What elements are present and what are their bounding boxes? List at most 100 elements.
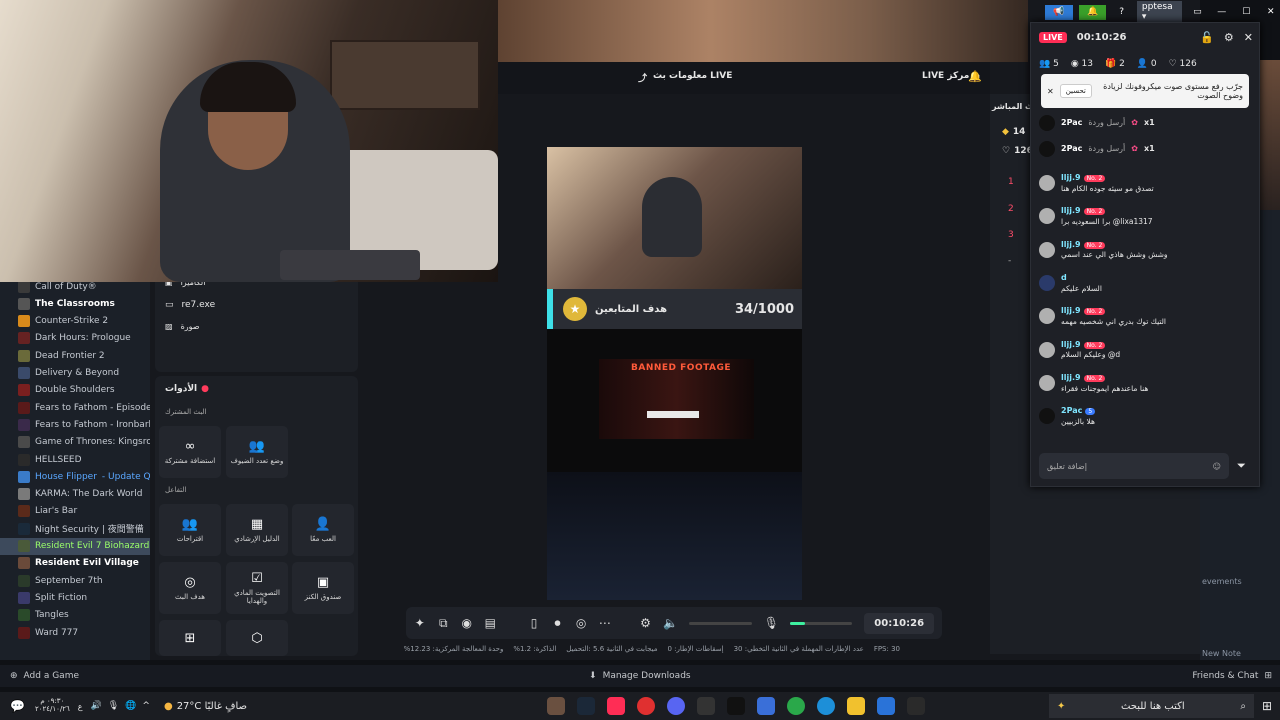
maximize-icon[interactable]: ☐ <box>1237 5 1255 20</box>
chat-message[interactable]: 2Pac 5 هلا بالزبيين <box>1039 406 1253 436</box>
tool-multi-guest[interactable]: 👥 وضع تعدد الضيوف <box>226 426 288 478</box>
bell-icon[interactable]: 🔔 <box>968 70 982 83</box>
mic-tray-icon[interactable]: 🎙 <box>108 701 119 711</box>
help-icon[interactable]: ? <box>1112 5 1130 20</box>
file-explorer-icon[interactable] <box>847 697 866 715</box>
store-icon[interactable] <box>877 697 896 715</box>
game-list-item[interactable]: House Flipper - Update Queu <box>0 468 150 485</box>
friends-icon[interactable]: ⊞ <box>1264 671 1272 681</box>
network-tray-icon[interactable]: 🌐 <box>125 701 136 711</box>
clock[interactable]: ٠٩:٣٠ م ٢٠٢٤/١٠/٢٦ <box>35 698 70 713</box>
comment-input[interactable]: إضافة تعليق ☺ <box>1039 453 1229 479</box>
chrome-icon[interactable] <box>787 697 806 715</box>
game-list-item[interactable]: Dead Frontier 2 <box>0 347 150 364</box>
tool-play-together[interactable]: 👤 العب معًا <box>292 504 354 556</box>
anchor-icon[interactable] <box>697 697 716 715</box>
follower-goal-bar[interactable]: ★ هدف المتابعين 34/1000 <box>547 289 802 329</box>
camera-switch-icon[interactable]: ◎ <box>575 616 587 630</box>
tool-extra-1[interactable]: ⊞ <box>159 620 221 656</box>
game-list-item[interactable]: Ward 777 <box>0 624 150 641</box>
tool-vote-gifts[interactable]: ☑ التصويت المادي والهدايا <box>226 562 288 614</box>
username[interactable]: d <box>1061 273 1067 282</box>
more-icon[interactable]: ⋯ <box>599 616 611 630</box>
task-view-icon[interactable] <box>907 697 926 715</box>
game-list-item[interactable]: Fears to Fathom - Ironbark L <box>0 416 150 433</box>
game-list-item[interactable]: Double Shoulders <box>0 382 150 399</box>
volume-tray-icon[interactable]: 🔊 <box>91 701 102 711</box>
game-list-item[interactable]: Dark Hours: Prologue <box>0 330 150 347</box>
volume-slider[interactable] <box>689 621 752 625</box>
source-item[interactable]: ▨ صورة <box>165 322 200 331</box>
record-icon[interactable]: ⏺ <box>552 616 564 631</box>
add-game-button[interactable]: Add a Game <box>24 671 79 681</box>
mic-slider[interactable] <box>789 621 853 625</box>
username[interactable]: lljj.9 <box>1061 173 1081 182</box>
game-list-item[interactable]: HELLSEED <box>0 451 150 468</box>
game-list-item[interactable]: Tangles <box>0 607 150 624</box>
notification-bell-icon[interactable]: 🔔 <box>1078 4 1107 20</box>
lock-icon[interactable]: 🔓 <box>1200 31 1214 44</box>
volume-icon[interactable]: 🔈 <box>663 616 678 630</box>
game-list-item[interactable]: Delivery & Beyond <box>0 365 150 382</box>
tiktok-icon[interactable] <box>727 697 746 715</box>
media-icon[interactable] <box>757 697 776 715</box>
chat-message[interactable]: lljj.9 No. 2 وشش وشش هاذي الي عند اسمي <box>1039 240 1253 270</box>
chat-message[interactable]: lljj.9 No. 2 وعليكم السلام @d <box>1039 340 1253 370</box>
user-menu[interactable]: pptesa ▾ <box>1136 1 1183 23</box>
manage-downloads-button[interactable]: Manage Downloads <box>603 671 691 681</box>
game-list-item[interactable]: Split Fiction <box>0 589 150 606</box>
screen-capture-icon[interactable]: ⧉ <box>438 616 450 631</box>
ai-icon[interactable]: ◉ <box>461 616 473 630</box>
language-indicator[interactable]: ع <box>78 702 83 711</box>
close-icon[interactable]: ✕ <box>1262 5 1280 20</box>
tool-treasure-box[interactable]: ▣ صندوق الكنز <box>292 562 354 614</box>
game-list-item[interactable]: Liar's Bar <box>0 503 150 520</box>
steam-icon[interactable] <box>577 697 596 715</box>
monitor-icon[interactable]: ▭ <box>1188 5 1206 20</box>
close-notice-icon[interactable]: ✕ <box>1047 87 1054 96</box>
tool-guide[interactable]: ▦ الدليل الإرشادي <box>226 504 288 556</box>
game-list-item[interactable]: The Classrooms <box>0 295 150 312</box>
chat-message[interactable]: d السلام عليكم <box>1039 273 1253 303</box>
announcement-icon[interactable]: 📢 <box>1045 4 1073 20</box>
chat-message[interactable]: lljj.9 No. 2 برا السعوديه برا @lixa1317 <box>1039 206 1253 236</box>
microphone-icon[interactable]: 🎙 <box>764 616 779 630</box>
search-box[interactable]: ✦ اكتب هنا للبحث ⌕ <box>1048 694 1254 718</box>
tool-live-goal[interactable]: ◎ هدف البث <box>159 562 221 614</box>
app-icon[interactable] <box>547 697 566 715</box>
username[interactable]: lljj.9 <box>1061 206 1081 215</box>
chat-message[interactable]: lljj.9 No. 2 التيك توك بدري اني شخصيه مهمه <box>1039 306 1253 336</box>
portrait-icon[interactable]: ▯ <box>528 616 540 630</box>
layout-icon[interactable]: ▤ <box>485 616 497 630</box>
close-icon[interactable]: ✕ <box>1244 31 1253 44</box>
notifications-icon[interactable]: 💬 <box>10 699 25 713</box>
game-list-item[interactable]: Night Security | 夜間警備 <box>0 520 150 537</box>
new-note-label[interactable]: New Note <box>1202 649 1241 658</box>
settings-sliders-icon[interactable]: ⚙ <box>640 616 652 630</box>
game-list-item[interactable]: Counter-Strike 2 <box>0 313 150 330</box>
username[interactable]: lljj.9 <box>1061 306 1081 315</box>
discord-icon[interactable] <box>667 697 686 715</box>
live-info-tab[interactable]: ⤴ معلومات بث LIVE <box>638 71 732 84</box>
tool-suggestions[interactable]: 👥 اقتراحات <box>159 504 221 556</box>
chat-message[interactable]: lljj.9 No. 2 تصدق مو سيئه جوده الكام هنا <box>1039 173 1253 203</box>
gear-icon[interactable]: ⚙ <box>1224 31 1234 44</box>
source-item[interactable]: ▭ re7.exe <box>165 300 215 310</box>
tool-extra-2[interactable]: ⬡ <box>226 620 288 656</box>
game-list-item[interactable]: KARMA: The Dark World <box>0 486 150 503</box>
tiktok-live-icon[interactable] <box>607 697 626 715</box>
tool-cohost[interactable]: ∞ استضافة مشتركة <box>159 426 221 478</box>
game-list-item[interactable]: Game of Thrones: Kingsroad <box>0 434 150 451</box>
filter-icon[interactable]: ⏷ <box>1237 459 1246 473</box>
game-list-item[interactable]: Resident Evil Village <box>0 555 150 572</box>
emoji-icon[interactable]: ☺ <box>1213 462 1221 471</box>
game-list-item[interactable]: Resident Evil 7 Biohazard- F <box>0 537 150 555</box>
improve-button[interactable]: تحسين <box>1059 84 1092 98</box>
chat-message[interactable]: lljj.9 No. 2 هنا ماعندهم ايموجنات فقراء <box>1039 373 1253 403</box>
minimize-icon[interactable]: — <box>1213 5 1231 20</box>
username[interactable]: 2Pac <box>1061 406 1082 415</box>
chevron-up-icon[interactable]: ^ <box>142 701 150 711</box>
magic-wand-icon[interactable]: ✦ <box>414 616 426 630</box>
username[interactable]: lljj.9 <box>1061 340 1081 349</box>
username[interactable]: lljj.9 <box>1061 373 1081 382</box>
